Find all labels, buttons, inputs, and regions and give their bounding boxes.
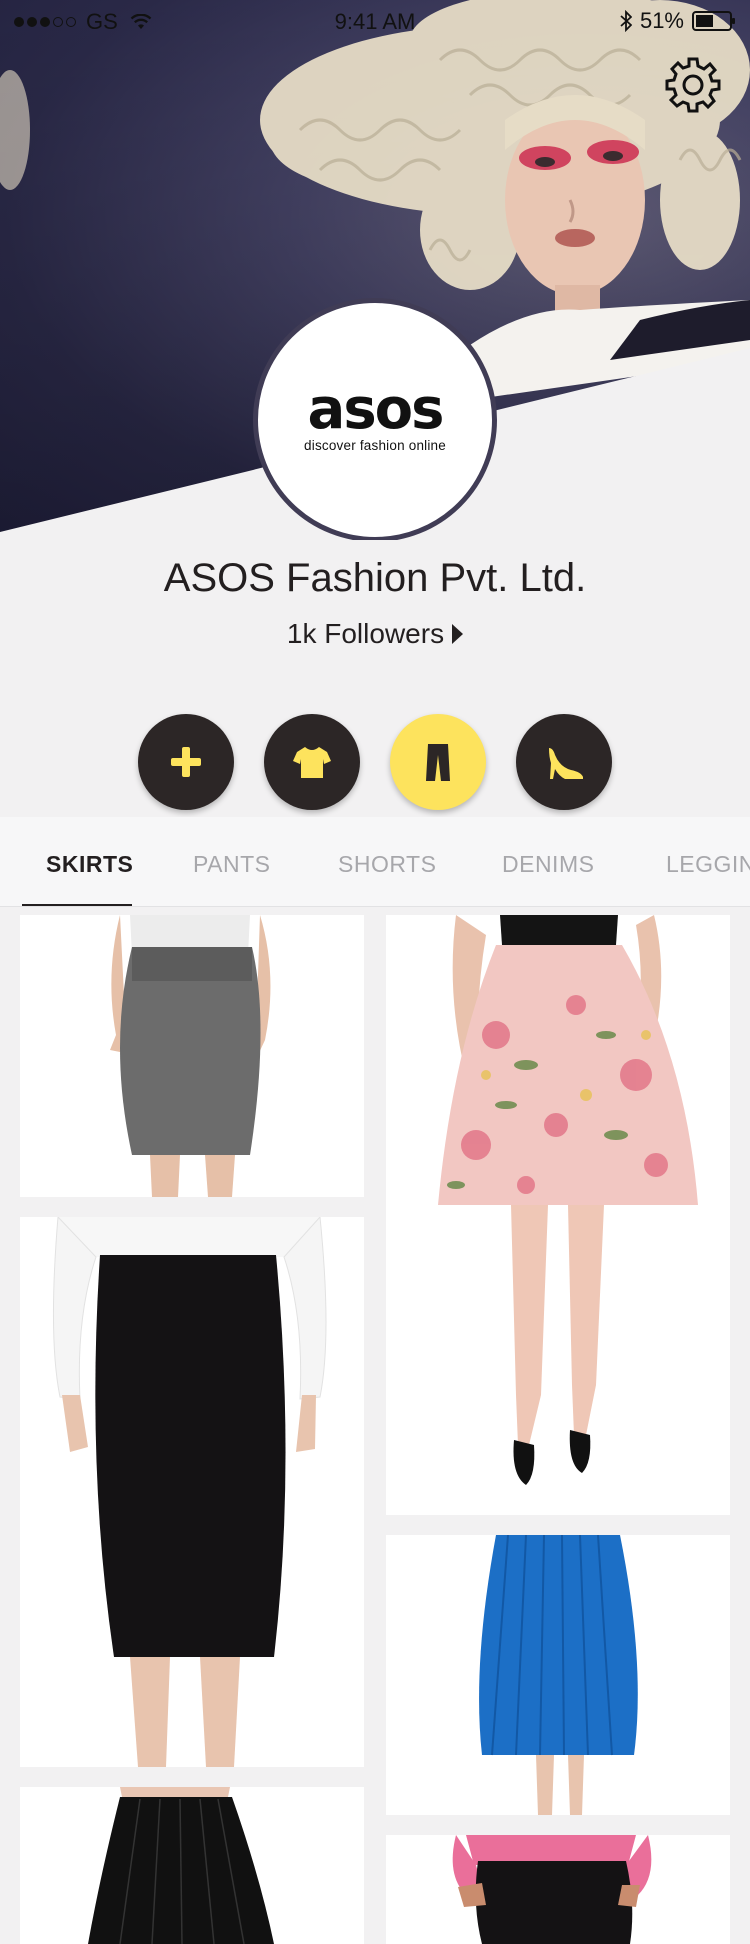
product-card-pink-floral-skirt[interactable] bbox=[386, 915, 730, 1515]
category-tops-button[interactable] bbox=[264, 714, 360, 810]
tab-leggings[interactable]: LEGGINGS bbox=[666, 851, 750, 878]
product-card-grey-pencil-skirt[interactable] bbox=[20, 915, 364, 1197]
plus-icon bbox=[171, 747, 201, 777]
product-image bbox=[479, 1535, 638, 1815]
store-name: ASOS Fashion Pvt. Ltd. bbox=[163, 556, 587, 600]
tab-shorts[interactable]: SHORTS bbox=[338, 851, 436, 878]
settings-gear-icon[interactable] bbox=[662, 54, 724, 116]
battery-percentage: 51% bbox=[639, 8, 684, 33]
tab-skirts[interactable]: SKIRTS bbox=[46, 851, 133, 878]
pants-icon bbox=[426, 744, 450, 781]
product-card-black-pencil-skirt[interactable] bbox=[20, 1217, 364, 1767]
battery-icon bbox=[692, 11, 735, 31]
chevron-right-icon bbox=[452, 624, 464, 644]
product-image bbox=[110, 915, 271, 1197]
active-tab-indicator bbox=[22, 904, 132, 906]
category-shoes-button[interactable] bbox=[516, 714, 612, 810]
high-heel-icon bbox=[549, 748, 583, 779]
add-category-button[interactable] bbox=[138, 714, 234, 810]
bluetooth-icon bbox=[620, 10, 632, 32]
product-image bbox=[88, 1787, 274, 1944]
product-image bbox=[452, 1835, 652, 1944]
category-tabs: SKIRTS PANTS SHORTS DENIMS LEGGINGS bbox=[0, 817, 750, 907]
status-bar: GS 9:41 AM 51% bbox=[0, 0, 750, 40]
category-pants-button[interactable] bbox=[390, 714, 486, 810]
followers-link[interactable]: 1k Followers bbox=[0, 618, 750, 650]
logo-tagline: discover fashion online bbox=[304, 437, 446, 453]
tab-pants[interactable]: PANTS bbox=[193, 851, 270, 878]
product-card-blue-pleated-skirt[interactable] bbox=[386, 1535, 730, 1815]
tab-denims[interactable]: DENIMS bbox=[502, 851, 594, 878]
product-image bbox=[52, 1217, 327, 1767]
logo-wordmark: asos bbox=[307, 376, 445, 442]
followers-count: 1k Followers bbox=[286, 618, 445, 649]
product-card-black-skirt-pink-top[interactable] bbox=[386, 1835, 730, 1944]
category-buttons bbox=[0, 714, 750, 810]
tshirt-icon bbox=[293, 747, 331, 778]
product-image bbox=[438, 915, 698, 1485]
cover-photo: GS 9:41 AM 51% asos discover fashion onl… bbox=[0, 0, 750, 540]
product-card-black-pleated-skirt[interactable] bbox=[20, 1787, 364, 1944]
store-logo: asos discover fashion online bbox=[253, 298, 497, 540]
